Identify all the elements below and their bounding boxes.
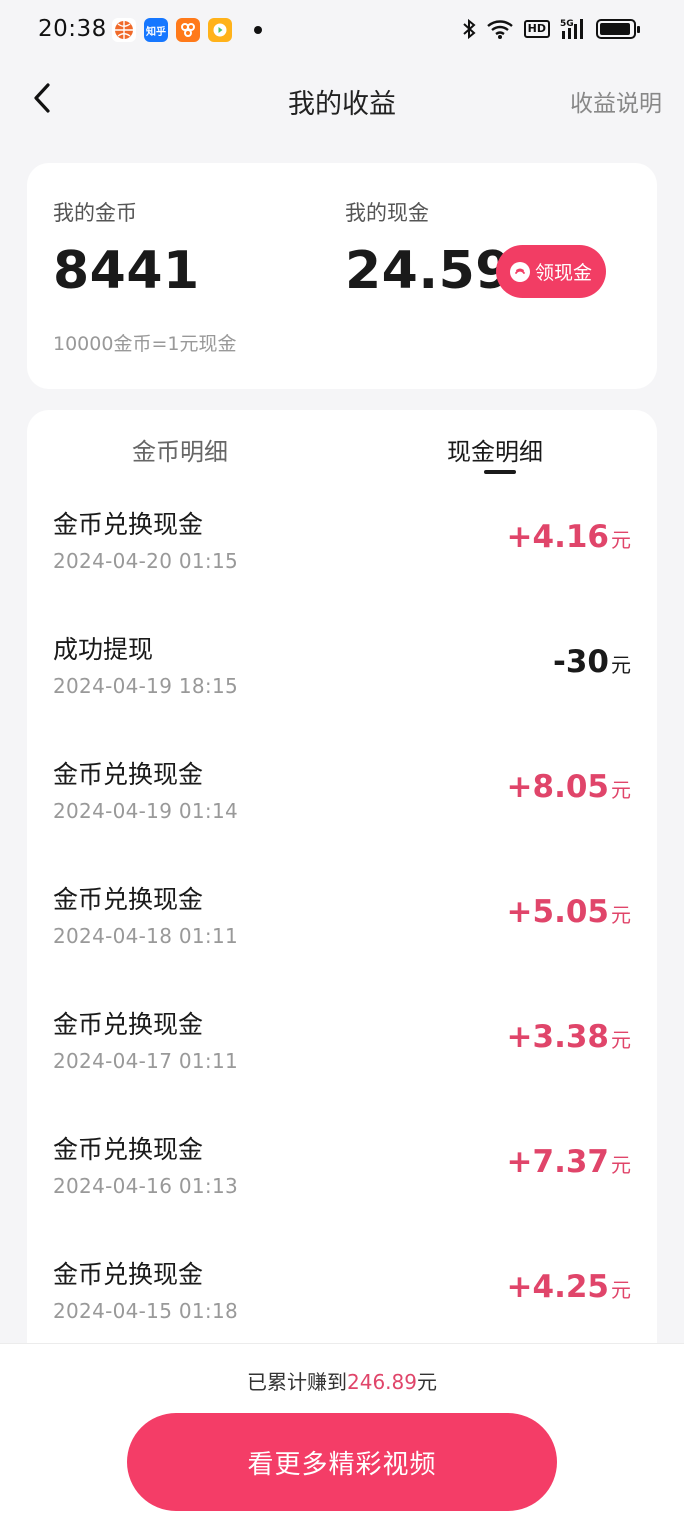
- cash-label: 我的现金: [345, 201, 429, 225]
- amount-value: -30: [552, 644, 609, 680]
- total-earned: 已累计赚到246.89元: [0, 1366, 684, 1395]
- amount-value: +4.25: [506, 1269, 609, 1305]
- transaction-title: 金币兑换现金: [53, 1260, 204, 1289]
- notification-apps: 知乎: [112, 18, 262, 42]
- amount-unit: 元: [611, 778, 631, 802]
- earnings-info-link[interactable]: 收益说明: [570, 84, 662, 118]
- amount-unit: 元: [611, 653, 631, 677]
- video-app-icon: [208, 18, 232, 42]
- more-notifications-dot: [254, 26, 262, 34]
- transaction-row: 金币兑换现金 2024-04-19 01:14 +8.05 元: [27, 755, 657, 880]
- transaction-amount: +4.25 元: [507, 1269, 631, 1305]
- transaction-title: 金币兑换现金: [53, 760, 204, 789]
- transaction-title: 金币兑换现金: [53, 885, 204, 914]
- zhihu-app-icon: 知乎: [144, 18, 168, 42]
- amount-unit: 元: [611, 1278, 631, 1302]
- transaction-title: 金币兑换现金: [53, 510, 204, 539]
- amount-unit: 元: [611, 903, 631, 927]
- transaction-row: 成功提现 2024-04-19 18:15 -30 元: [27, 630, 657, 755]
- exchange-rate-note: 10000金币=1元现金: [53, 333, 237, 355]
- withdraw-cash-button[interactable]: 领现金: [496, 245, 606, 298]
- earnings-summary-card: 我的金币 8441 我的现金 24.59 领现金 10000金币=1元现金: [27, 163, 657, 389]
- status-indicators: HD 5G: [462, 17, 640, 41]
- total-prefix: 已累计赚到: [247, 1370, 347, 1394]
- transaction-title: 金币兑换现金: [53, 1010, 204, 1039]
- withdraw-label: 领现金: [534, 262, 592, 284]
- amount-value: +4.16: [506, 519, 609, 555]
- cash-value: 24.59: [345, 241, 512, 301]
- transaction-amount: +5.05 元: [507, 894, 631, 930]
- transaction-row: 金币兑换现金 2024-04-17 01:11 +3.38 元: [27, 1005, 657, 1130]
- transaction-row: 金币兑换现金 2024-04-18 01:11 +5.05 元: [27, 880, 657, 1005]
- transaction-title: 金币兑换现金: [53, 1135, 204, 1164]
- battery-fill: [600, 23, 631, 35]
- wifi-icon: [486, 20, 513, 39]
- transaction-title: 成功提现: [53, 635, 154, 664]
- signal-5g-icon: 5G: [560, 19, 583, 39]
- transaction-amount: +3.38 元: [507, 1019, 631, 1055]
- watch-more-videos-button[interactable]: 看更多精彩视频: [127, 1413, 557, 1511]
- status-time: 20:38: [38, 16, 107, 42]
- transaction-row: 金币兑换现金 2024-04-16 01:13 +7.37 元: [27, 1130, 657, 1255]
- transaction-date: 2024-04-17 01:11: [53, 1049, 239, 1073]
- svg-text:5G: 5G: [560, 19, 574, 29]
- transaction-amount: +7.37 元: [507, 1144, 631, 1180]
- zhihu-app-label: 知乎: [146, 26, 166, 38]
- tab-coin-details[interactable]: 金币明细: [132, 432, 228, 467]
- battery-icon: [596, 19, 640, 39]
- transaction-amount: -30 元: [553, 644, 631, 680]
- amount-value: +8.05: [506, 769, 609, 805]
- status-bar: 20:38 知乎 HD 5G: [0, 0, 684, 62]
- tab-cash-details[interactable]: 现金明细: [447, 432, 543, 467]
- bottom-bar: 已累计赚到246.89元 看更多精彩视频: [0, 1343, 684, 1531]
- transaction-date: 2024-04-16 01:13: [53, 1174, 239, 1198]
- transaction-date: 2024-04-18 01:11: [53, 924, 239, 948]
- active-tab-indicator: [484, 470, 516, 474]
- amount-unit: 元: [611, 1153, 631, 1177]
- transaction-date: 2024-04-15 01:18: [53, 1299, 239, 1323]
- transaction-date: 2024-04-20 01:15: [53, 549, 239, 573]
- nav-bar: 我的收益 收益说明: [0, 62, 684, 138]
- hd-badge: HD: [523, 20, 550, 38]
- orange-app-icon: [176, 18, 200, 42]
- amount-unit: 元: [611, 528, 631, 552]
- transaction-amount: +8.05 元: [507, 769, 631, 805]
- transaction-date: 2024-04-19 18:15: [53, 674, 239, 698]
- total-suffix: 元: [416, 1370, 437, 1394]
- bluetooth-icon: [462, 18, 476, 40]
- amount-value: +3.38: [506, 1019, 609, 1055]
- transaction-amount: +4.16 元: [507, 519, 631, 555]
- basketball-app-icon: [112, 18, 136, 42]
- coins-value: 8441: [53, 241, 200, 301]
- coins-label: 我的金币: [53, 201, 137, 225]
- total-value: 246.89: [347, 1370, 417, 1394]
- wallet-icon: [509, 261, 530, 282]
- amount-value: +5.05: [506, 894, 609, 930]
- amount-value: +7.37: [506, 1144, 609, 1180]
- amount-unit: 元: [611, 1028, 631, 1052]
- transaction-row: 金币兑换现金 2024-04-20 01:15 +4.16 元: [27, 505, 657, 630]
- transaction-date: 2024-04-19 01:14: [53, 799, 239, 823]
- details-card: 金币明细 现金明细 金币兑换现金 2024-04-20 01:15 +4.16 元成功…: [27, 410, 657, 1370]
